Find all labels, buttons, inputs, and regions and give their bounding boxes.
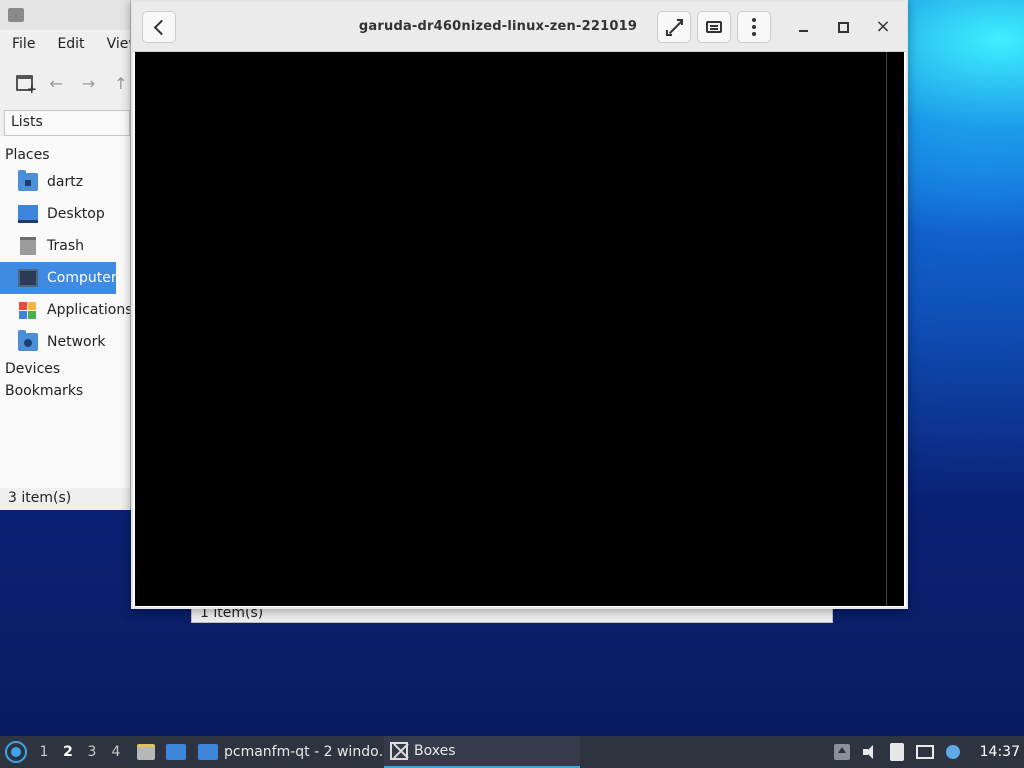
sidebar-item-label: Trash bbox=[47, 238, 84, 254]
tray-expand-icon[interactable] bbox=[833, 744, 850, 760]
back-arrow-icon[interactable]: ← bbox=[47, 74, 65, 93]
devices-header[interactable]: Devices bbox=[0, 358, 130, 380]
start-menu-button[interactable] bbox=[0, 736, 32, 768]
boxes-window: garuda-dr460nized-linux-zen-221019 × bbox=[131, 0, 908, 609]
workspace-2[interactable]: 2 bbox=[56, 744, 80, 760]
sidebar-item-applications[interactable]: Applications bbox=[0, 294, 130, 326]
task-pcmanfm[interactable]: pcmanfm-qt - 2 windo… bbox=[192, 736, 393, 768]
send-keys-button[interactable] bbox=[697, 11, 731, 43]
volume-icon[interactable] bbox=[862, 744, 878, 760]
show-desktop-button[interactable] bbox=[164, 742, 188, 762]
menu-edit[interactable]: Edit bbox=[45, 36, 94, 52]
window-title: garuda-dr460nized-linux-zen-221019 bbox=[358, 19, 638, 34]
taskbar: 1 2 3 4 pcmanfm-qt - 2 windo… Boxes 14:3… bbox=[0, 736, 1024, 768]
back-button[interactable] bbox=[142, 11, 176, 43]
trash-icon bbox=[20, 237, 36, 255]
boxes-icon bbox=[390, 742, 408, 760]
vm-scrollbar[interactable] bbox=[886, 52, 904, 606]
sidebar-item-computer[interactable]: Computer bbox=[0, 262, 117, 294]
boxes-headerbar[interactable]: garuda-dr460nized-linux-zen-221019 × bbox=[133, 2, 906, 52]
minimize-button[interactable] bbox=[793, 17, 813, 37]
vm-display[interactable] bbox=[135, 52, 886, 606]
desktop-icon bbox=[166, 744, 186, 760]
task-boxes[interactable]: Boxes bbox=[384, 736, 580, 768]
file-manager-titlebar[interactable] bbox=[0, 0, 130, 30]
menu-button[interactable] bbox=[737, 11, 771, 43]
places-sidebar: Places dartz Desktop Trash Computer Appl… bbox=[0, 136, 130, 496]
close-button[interactable]: × bbox=[873, 17, 893, 37]
forward-arrow-icon[interactable]: → bbox=[79, 74, 97, 93]
workspace-1[interactable]: 1 bbox=[32, 744, 56, 760]
menu-file[interactable]: File bbox=[0, 36, 45, 52]
file-manager-toolbar: ← → ↑ bbox=[0, 58, 130, 108]
applications-icon bbox=[18, 301, 38, 319]
sidebar-item-dartz[interactable]: dartz bbox=[0, 166, 116, 198]
fullscreen-button[interactable] bbox=[657, 11, 691, 43]
system-tray: 14:37 bbox=[833, 743, 1024, 761]
sidebar-item-trash[interactable]: Trash bbox=[0, 230, 116, 262]
maximize-button[interactable] bbox=[833, 17, 853, 37]
keyboard-icon bbox=[706, 21, 722, 33]
network-icon bbox=[18, 330, 38, 351]
desktop-icon bbox=[18, 205, 38, 223]
sidebar-item-desktop[interactable]: Desktop bbox=[0, 198, 116, 230]
workspace-4[interactable]: 4 bbox=[104, 744, 128, 760]
computer-icon bbox=[18, 269, 38, 287]
up-arrow-icon[interactable]: ↑ bbox=[112, 74, 130, 93]
clock[interactable]: 14:37 bbox=[972, 744, 1020, 760]
places-header: Places bbox=[5, 147, 50, 163]
network-icon[interactable] bbox=[915, 745, 934, 759]
folder-icon bbox=[198, 744, 218, 760]
folder-app-icon bbox=[8, 8, 24, 22]
sidebar-item-label: dartz bbox=[47, 174, 84, 190]
file-manager-window: File Edit View ← → ↑ Lists Places dartz … bbox=[0, 0, 131, 510]
home-folder-icon bbox=[18, 170, 38, 191]
sidebar-item-label: Applications bbox=[47, 302, 131, 318]
file-manager-menubar: File Edit View bbox=[0, 30, 130, 58]
garuda-logo-icon bbox=[7, 743, 25, 761]
file-manager-icon bbox=[137, 744, 155, 760]
task-label: Boxes bbox=[414, 743, 456, 759]
menu-view[interactable]: View bbox=[95, 36, 130, 52]
workspace-3[interactable]: 3 bbox=[80, 744, 104, 760]
fullscreen-icon bbox=[666, 19, 683, 36]
task-label: pcmanfm-qt - 2 windo… bbox=[224, 744, 393, 760]
bookmarks-header[interactable]: Bookmarks bbox=[0, 380, 130, 402]
sidebar-item-label: Computer bbox=[47, 270, 117, 286]
vertical-dots-icon bbox=[752, 18, 756, 36]
sidebar-item-label: Desktop bbox=[47, 206, 105, 222]
clipboard-icon[interactable] bbox=[889, 743, 904, 761]
updates-icon[interactable] bbox=[945, 745, 960, 759]
sidebar-item-label: Network bbox=[47, 334, 106, 350]
new-window-icon[interactable] bbox=[16, 75, 37, 96]
status-bar: 3 item(s) bbox=[0, 488, 130, 510]
sidebar-item-network[interactable]: Network bbox=[0, 326, 116, 358]
side-pane-mode-select[interactable]: Lists bbox=[4, 110, 130, 136]
file-manager-launcher[interactable] bbox=[134, 742, 158, 762]
